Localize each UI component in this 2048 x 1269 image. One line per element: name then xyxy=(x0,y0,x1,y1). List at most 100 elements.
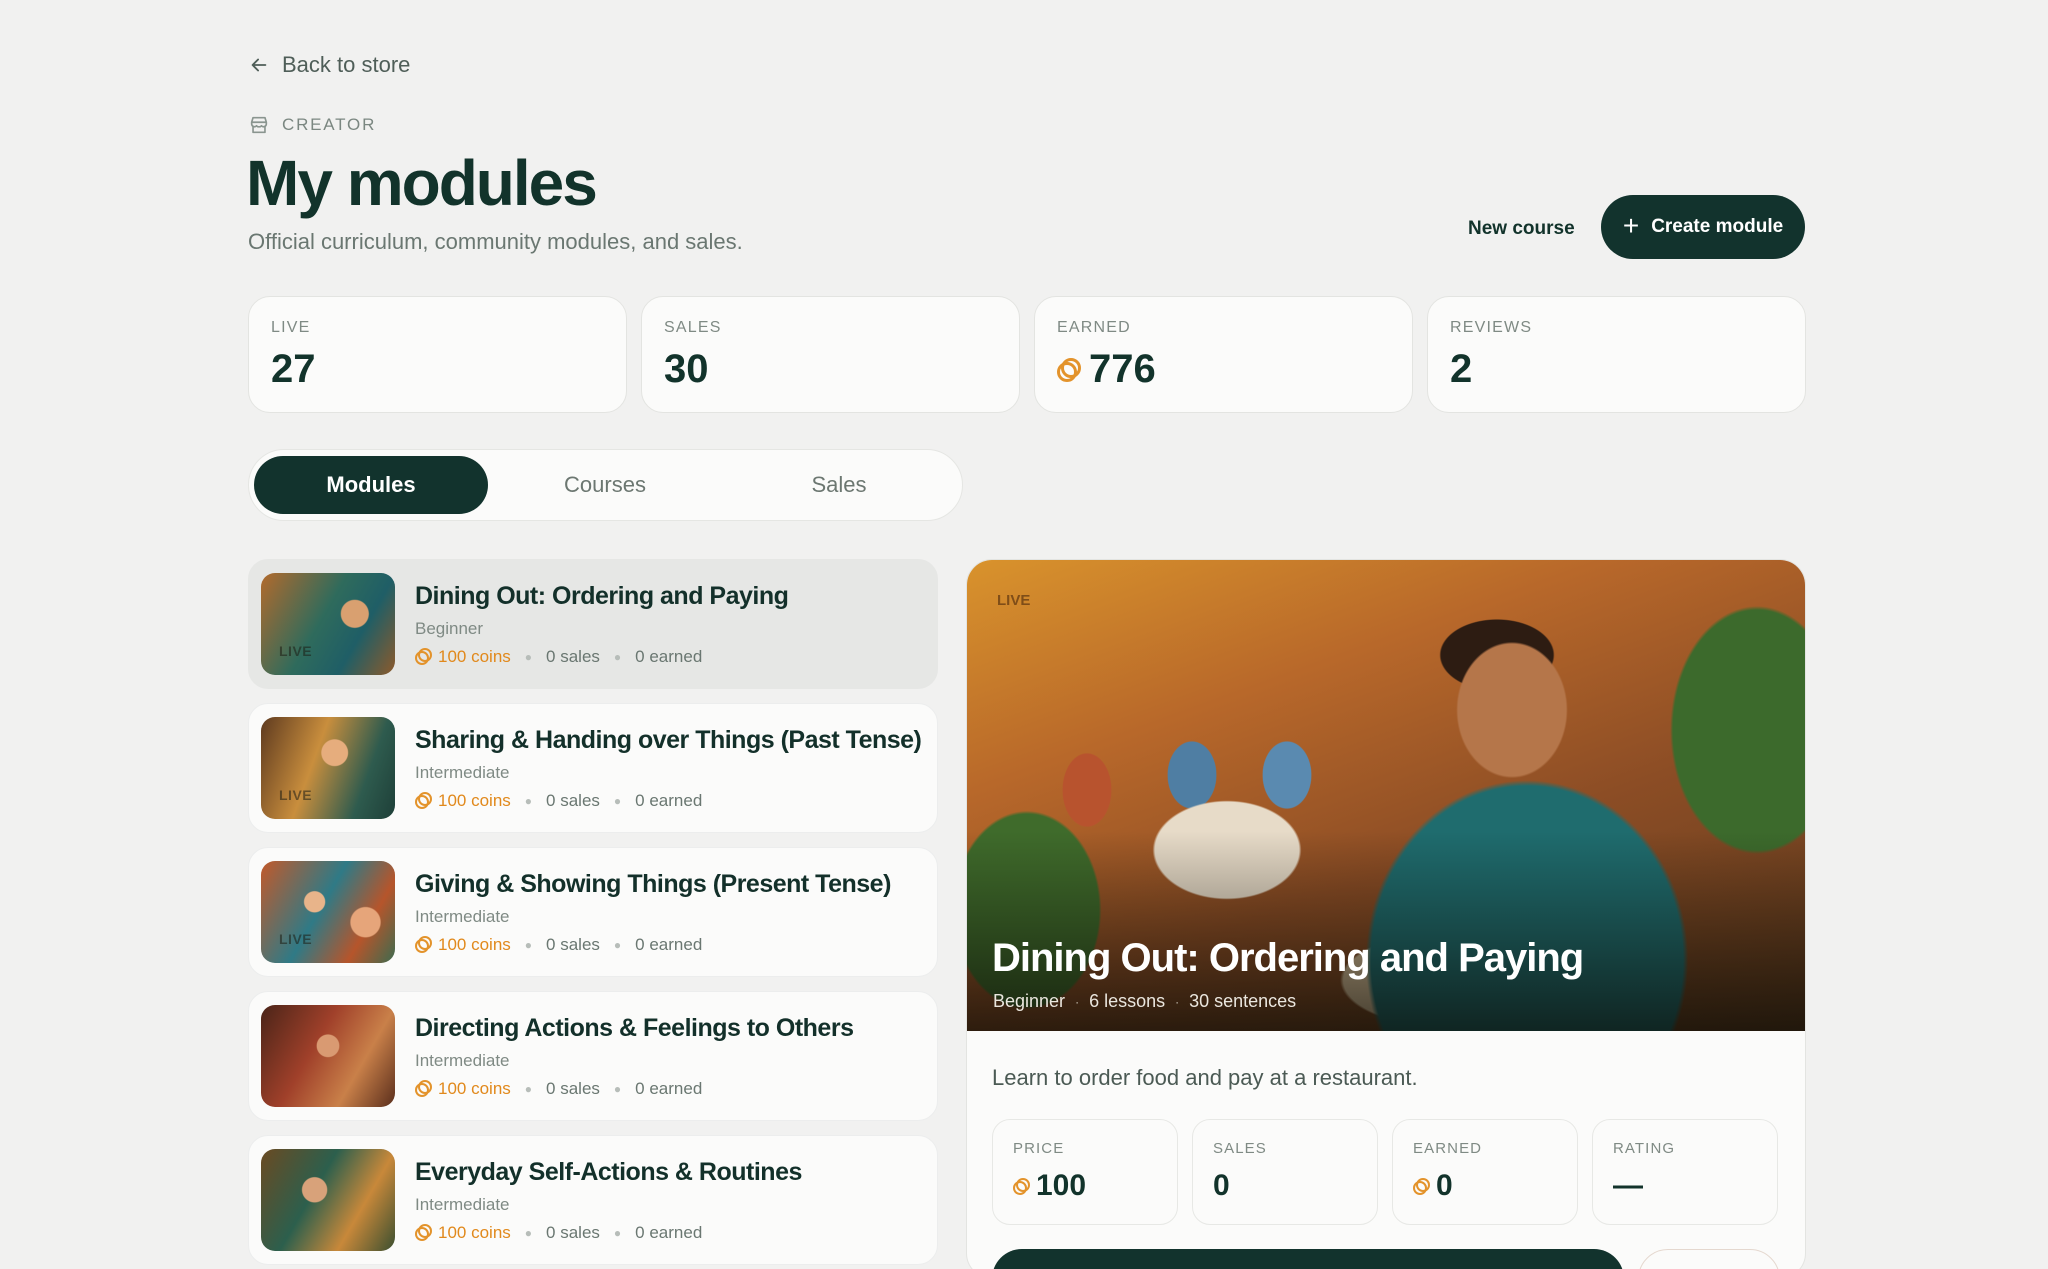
module-meta: 100 coins ● 0 sales ● 0 earned xyxy=(415,647,788,667)
coin-icon xyxy=(415,936,432,953)
module-title: Directing Actions & Feelings to Others xyxy=(415,1013,854,1042)
module-thumbnail: LIVE xyxy=(261,861,395,963)
module-earned: 0 earned xyxy=(635,1222,703,1242)
module-card[interactable]: Directing Actions & Feelings to Others I… xyxy=(248,991,938,1121)
module-sales: 0 sales xyxy=(546,1078,600,1098)
detail-stat-value-wrap: 0 xyxy=(1413,1169,1557,1203)
edit-button[interactable] xyxy=(992,1249,1624,1269)
stat-value: 776 xyxy=(1089,347,1156,391)
stat-value: 2 xyxy=(1450,347,1473,391)
module-title: Giving & Showing Things (Present Tense) xyxy=(415,869,891,898)
detail-level: Beginner xyxy=(993,991,1066,1011)
stat-label: EARNED xyxy=(1057,319,1131,336)
module-card[interactable]: LIVE Giving & Showing Things (Present Te… xyxy=(248,847,938,977)
module-hero-image: LIVE Dining Out: Ordering and Paying Beg… xyxy=(967,560,1805,1031)
back-to-store-link[interactable]: Back to store xyxy=(248,52,410,78)
module-level: Beginner xyxy=(415,618,484,638)
separator-dot: ● xyxy=(613,1225,622,1240)
separator-dot: · xyxy=(1175,994,1180,1009)
stat-value: 27 xyxy=(271,347,316,391)
detail-title: Dining Out: Ordering and Paying xyxy=(992,936,1584,980)
module-price: 100 coins xyxy=(415,647,511,667)
module-title: Dining Out: Ordering and Paying xyxy=(415,581,789,610)
module-title: Everyday Self-Actions & Routines xyxy=(415,1157,802,1186)
store-icon xyxy=(250,116,268,134)
module-price-label: 100 coins xyxy=(438,934,511,954)
tab-courses[interactable]: Courses xyxy=(488,456,722,514)
tab-bar: Modules Courses Sales xyxy=(248,449,963,521)
separator-dot: ● xyxy=(524,1225,533,1240)
coin-icon xyxy=(1013,1177,1030,1195)
create-module-button[interactable]: + Create module xyxy=(1601,195,1805,259)
separator-dot: ● xyxy=(524,1081,533,1096)
live-badge: LIVE xyxy=(997,592,1031,609)
live-badge: LIVE xyxy=(279,643,313,659)
detail-stat-price: PRICE 100 xyxy=(992,1119,1178,1225)
coin-icon xyxy=(415,1224,432,1241)
separator-dot: ● xyxy=(524,937,533,952)
detail-stat-label: PRICE xyxy=(1013,1140,1065,1157)
detail-stat-rating: RATING — xyxy=(1592,1119,1778,1225)
new-course-button[interactable]: New course xyxy=(1448,198,1595,260)
module-thumbnail: LIVE xyxy=(261,717,395,819)
module-level: Intermediate xyxy=(415,906,510,926)
coin-icon xyxy=(1057,357,1081,382)
secondary-action-button[interactable] xyxy=(1638,1249,1780,1269)
detail-description: Learn to order food and pay at a restaur… xyxy=(992,1065,1418,1090)
module-thumbnail xyxy=(261,1149,395,1251)
arrow-left-icon xyxy=(251,58,267,72)
stat-card-live: LIVE 27 xyxy=(248,296,627,413)
module-sales: 0 sales xyxy=(546,646,600,666)
module-level: Intermediate xyxy=(415,1194,510,1214)
stat-label: LIVE xyxy=(271,319,311,336)
separator-dot: · xyxy=(1075,994,1080,1009)
separator-dot: ● xyxy=(613,937,622,952)
module-thumbnail: LIVE xyxy=(261,573,395,675)
coin-icon xyxy=(1413,1177,1430,1195)
module-meta: 100 coins ● 0 sales ● 0 earned xyxy=(415,1079,853,1099)
stat-value-wrap: 776 xyxy=(1057,347,1390,392)
detail-stat-earned: EARNED 0 xyxy=(1392,1119,1578,1225)
module-meta: 100 coins ● 0 sales ● 0 earned xyxy=(415,1223,802,1243)
create-module-label: Create module xyxy=(1651,216,1784,237)
creator-eyebrow: CREATOR xyxy=(248,114,376,136)
stats-row: LIVE 27 SALES 30 EARNED 776 REVIEWS 2 xyxy=(248,296,1806,413)
plus-icon: + xyxy=(1622,209,1640,241)
module-level: Intermediate xyxy=(415,1050,510,1070)
separator-dot: ● xyxy=(613,793,622,808)
detail-stat-value: 0 xyxy=(1213,1169,1230,1202)
detail-stat-label: RATING xyxy=(1613,1140,1676,1157)
module-earned: 0 earned xyxy=(635,790,703,810)
detail-stat-value: 100 xyxy=(1036,1169,1087,1202)
module-price-label: 100 coins xyxy=(438,790,511,810)
separator-dot: ● xyxy=(613,649,622,664)
stat-value: 30 xyxy=(664,347,709,391)
module-price: 100 coins xyxy=(415,1223,511,1243)
module-sales: 0 sales xyxy=(546,1222,600,1242)
detail-actions xyxy=(992,1249,1805,1269)
tab-modules[interactable]: Modules xyxy=(254,456,488,514)
module-meta: 100 coins ● 0 sales ● 0 earned xyxy=(415,791,921,811)
detail-stat-value: — xyxy=(1613,1169,1643,1202)
back-label: Back to store xyxy=(282,52,411,77)
module-price-label: 100 coins xyxy=(438,646,511,666)
live-badge: LIVE xyxy=(279,931,313,947)
stat-label: SALES xyxy=(664,319,722,336)
detail-stat-value: 0 xyxy=(1436,1169,1453,1202)
coin-icon xyxy=(415,1080,432,1097)
module-price-label: 100 coins xyxy=(438,1078,511,1098)
module-earned: 0 earned xyxy=(635,934,703,954)
page-subtitle: Official curriculum, community modules, … xyxy=(248,229,743,254)
coin-icon xyxy=(415,648,432,665)
module-meta: 100 coins ● 0 sales ● 0 earned xyxy=(415,935,891,955)
detail-stat-value-wrap: 100 xyxy=(1013,1169,1157,1203)
module-price-label: 100 coins xyxy=(438,1222,511,1242)
module-level: Intermediate xyxy=(415,762,510,782)
module-card[interactable]: LIVE Sharing & Handing over Things (Past… xyxy=(248,703,938,833)
module-card[interactable]: LIVE Dining Out: Ordering and Paying Beg… xyxy=(248,559,938,689)
stat-card-reviews: REVIEWS 2 xyxy=(1427,296,1806,413)
module-card[interactable]: Everyday Self-Actions & Routines Interme… xyxy=(248,1135,938,1265)
module-earned: 0 earned xyxy=(635,646,703,666)
stat-card-earned: EARNED 776 xyxy=(1034,296,1413,413)
tab-sales[interactable]: Sales xyxy=(722,456,956,514)
